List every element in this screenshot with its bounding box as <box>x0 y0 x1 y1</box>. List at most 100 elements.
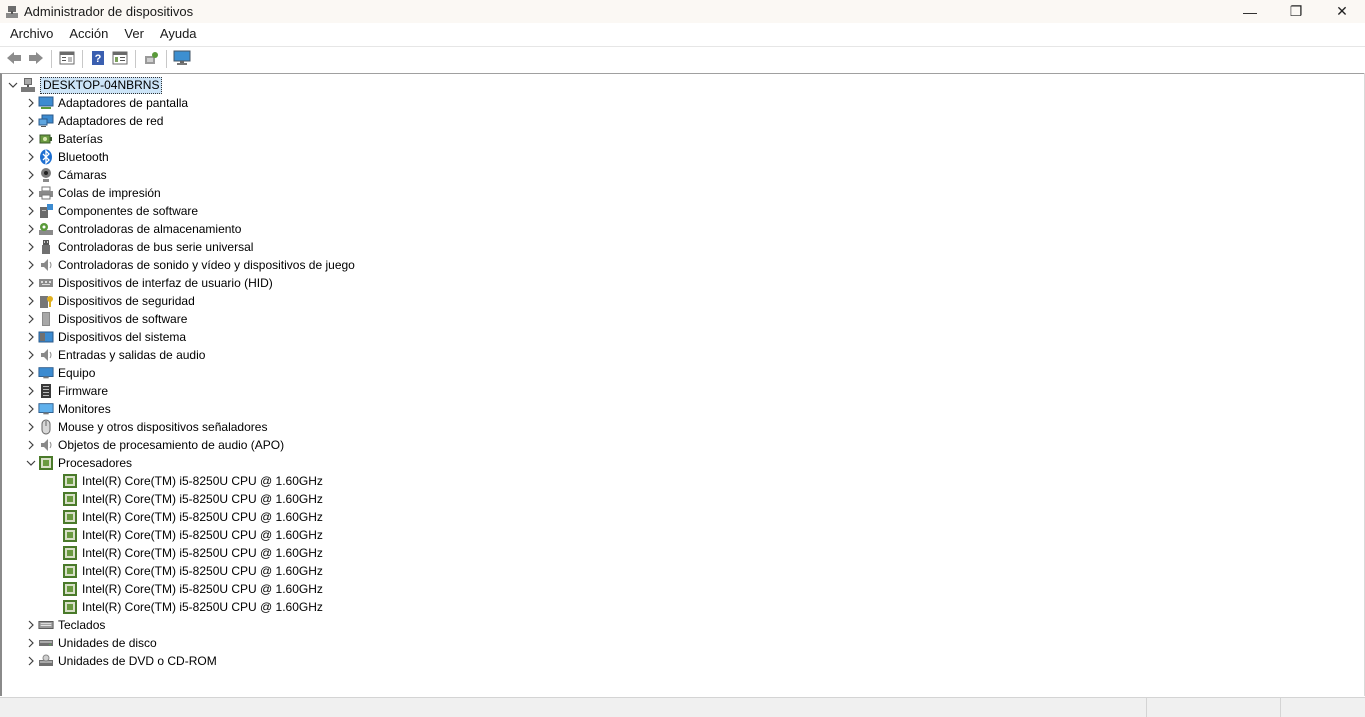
tree-category-bluetooth[interactable]: Bluetooth <box>24 148 109 166</box>
minimize-icon: — <box>1243 3 1257 20</box>
device-manager-app-icon <box>4 4 20 20</box>
tree-device-item[interactable]: Intel(R) Core(TM) i5-8250U CPU @ 1.60GHz <box>62 472 323 490</box>
tree-category-adaptadores-de-red[interactable]: Adaptadores de red <box>24 112 163 130</box>
tree-category-firmware[interactable]: Firmware <box>24 382 108 400</box>
tree-category-objetos-de-procesamiento-de-audio-apo[interactable]: Objetos de procesamiento de audio (APO) <box>24 436 284 454</box>
battery-icon <box>38 131 54 147</box>
tree-category-entradas-y-salidas-de-audio[interactable]: Entradas y salidas de audio <box>24 346 205 364</box>
menu-ver[interactable]: Ver <box>115 23 151 45</box>
tree-category-teclados[interactable]: Teclados <box>24 616 105 634</box>
chevron-right-icon[interactable] <box>24 292 38 310</box>
restore-button[interactable]: ❐ <box>1273 0 1319 23</box>
tree-category-equipo[interactable]: Equipo <box>24 364 95 382</box>
minimize-button[interactable]: — <box>1227 0 1273 23</box>
tree-device-item[interactable]: Intel(R) Core(TM) i5-8250U CPU @ 1.60GHz <box>62 544 323 562</box>
forward-button[interactable] <box>25 49 46 70</box>
tree-category-unidades-de-dvd-o-cd-rom[interactable]: Unidades de DVD o CD-ROM <box>24 652 217 670</box>
category-label: Colas de impresión <box>58 186 161 200</box>
scan-hardware-button[interactable] <box>140 49 161 70</box>
help-button[interactable]: ? <box>87 49 108 70</box>
scan-hardware-icon <box>143 50 159 69</box>
tree-category-baterias[interactable]: Baterías <box>24 130 103 148</box>
collapse-chevron-icon[interactable] <box>6 76 20 94</box>
category-label: Dispositivos del sistema <box>58 330 187 344</box>
tree-device-item[interactable]: Intel(R) Core(TM) i5-8250U CPU @ 1.60GHz <box>62 580 323 598</box>
category-label: Adaptadores de red <box>58 114 164 128</box>
tree-category-controladoras-de-almacenamiento[interactable]: Controladoras de almacenamiento <box>24 220 241 238</box>
tree-category-colas-de-impresion[interactable]: Colas de impresión <box>24 184 161 202</box>
status-bar <box>0 697 1365 717</box>
monitor-icon <box>38 401 54 417</box>
tree-category-controladoras-de-bus-serie-universal[interactable]: Controladoras de bus serie universal <box>24 238 253 256</box>
chevron-right-icon[interactable] <box>24 238 38 256</box>
system-device-icon <box>38 329 54 345</box>
monitor-button[interactable] <box>171 49 192 70</box>
chevron-right-icon[interactable] <box>24 328 38 346</box>
menu-accion[interactable]: Acción <box>60 23 115 45</box>
chevron-right-icon[interactable] <box>24 130 38 148</box>
chevron-right-icon[interactable] <box>24 382 38 400</box>
window-title: Administrador de dispositivos <box>24 4 194 19</box>
back-button[interactable] <box>3 49 24 70</box>
speaker-icon <box>38 257 54 273</box>
chevron-right-icon[interactable] <box>24 148 38 166</box>
tree-category-monitores[interactable]: Monitores <box>24 400 111 418</box>
tree-category-dispositivos-de-interfaz-de-usuario-hid[interactable]: Dispositivos de interfaz de usuario (HID… <box>24 274 273 292</box>
restore-icon: ❐ <box>1289 3 1303 19</box>
category-label: Equipo <box>58 366 96 380</box>
chevron-right-icon[interactable] <box>24 346 38 364</box>
status-segment <box>1146 698 1280 717</box>
processor-icon <box>62 545 78 561</box>
tree-category-mouse-y-otros-dispositivos-senaladores[interactable]: Mouse y otros dispositivos señaladores <box>24 418 267 436</box>
tree-category-camaras[interactable]: Cámaras <box>24 166 107 184</box>
chevron-right-icon[interactable] <box>24 184 38 202</box>
chevron-right-icon[interactable] <box>24 202 38 220</box>
tree-device-item[interactable]: Intel(R) Core(TM) i5-8250U CPU @ 1.60GHz <box>62 508 323 526</box>
menu-ayuda[interactable]: Ayuda <box>151 23 204 45</box>
chevron-right-icon[interactable] <box>24 220 38 238</box>
device-label: Intel(R) Core(TM) i5-8250U CPU @ 1.60GHz <box>82 528 323 542</box>
chevron-right-icon[interactable] <box>24 616 38 634</box>
chevron-right-icon[interactable] <box>24 310 38 328</box>
chevron-right-icon[interactable] <box>24 166 38 184</box>
show-hide-tree-icon <box>112 51 128 68</box>
chevron-right-icon[interactable] <box>24 274 38 292</box>
tree-category-dispositivos-de-seguridad[interactable]: Dispositivos de seguridad <box>24 292 195 310</box>
device-label: Intel(R) Core(TM) i5-8250U CPU @ 1.60GHz <box>82 474 323 488</box>
chevron-right-icon[interactable] <box>24 364 38 382</box>
tree-device-item[interactable]: Intel(R) Core(TM) i5-8250U CPU @ 1.60GHz <box>62 598 323 616</box>
chevron-right-icon[interactable] <box>24 436 38 454</box>
category-label: Objetos de procesamiento de audio (APO) <box>58 438 285 452</box>
menu-archivo[interactable]: Archivo <box>0 23 60 45</box>
chevron-right-icon[interactable] <box>24 634 38 652</box>
toolbar-separator <box>82 50 83 68</box>
chevron-down-icon[interactable] <box>24 454 38 472</box>
tree-device-item[interactable]: Intel(R) Core(TM) i5-8250U CPU @ 1.60GHz <box>62 526 323 544</box>
chevron-right-icon[interactable] <box>24 400 38 418</box>
forward-icon <box>28 51 44 68</box>
tree-category-dispositivos-de-software[interactable]: Dispositivos de software <box>24 310 187 328</box>
toolbar-separator <box>135 50 136 68</box>
properties-view-button[interactable] <box>56 49 77 70</box>
tree-root[interactable]: DESKTOP-04NBRNS <box>6 76 163 94</box>
show-hide-tree-button[interactable] <box>109 49 130 70</box>
device-label: Intel(R) Core(TM) i5-8250U CPU @ 1.60GHz <box>82 564 323 578</box>
toolbar: ? <box>0 46 1365 71</box>
tree-category-dispositivos-del-sistema[interactable]: Dispositivos del sistema <box>24 328 186 346</box>
tree-category-controladoras-de-sonido-y-video-y-dispositivos-de-juego[interactable]: Controladoras de sonido y vídeo y dispos… <box>24 256 355 274</box>
tree-device-item[interactable]: Intel(R) Core(TM) i5-8250U CPU @ 1.60GHz <box>62 562 323 580</box>
tree-category-componentes-de-software[interactable]: Componentes de software <box>24 202 198 220</box>
tree-category-adaptadores-de-pantalla[interactable]: Adaptadores de pantalla <box>24 94 188 112</box>
chevron-right-icon[interactable] <box>24 94 38 112</box>
chevron-right-icon[interactable] <box>24 652 38 670</box>
chevron-right-icon[interactable] <box>24 418 38 436</box>
device-label: Intel(R) Core(TM) i5-8250U CPU @ 1.60GHz <box>82 600 323 614</box>
category-label: Controladoras de bus serie universal <box>58 240 254 254</box>
tree-category-unidades-de-disco[interactable]: Unidades de disco <box>24 634 157 652</box>
chevron-right-icon[interactable] <box>24 112 38 130</box>
tree-device-item[interactable]: Intel(R) Core(TM) i5-8250U CPU @ 1.60GHz <box>62 490 323 508</box>
tree-category-procesadores[interactable]: Procesadores <box>24 454 132 472</box>
category-label: Cámaras <box>58 168 107 182</box>
chevron-right-icon[interactable] <box>24 256 38 274</box>
close-button[interactable]: ✕ <box>1319 0 1365 23</box>
